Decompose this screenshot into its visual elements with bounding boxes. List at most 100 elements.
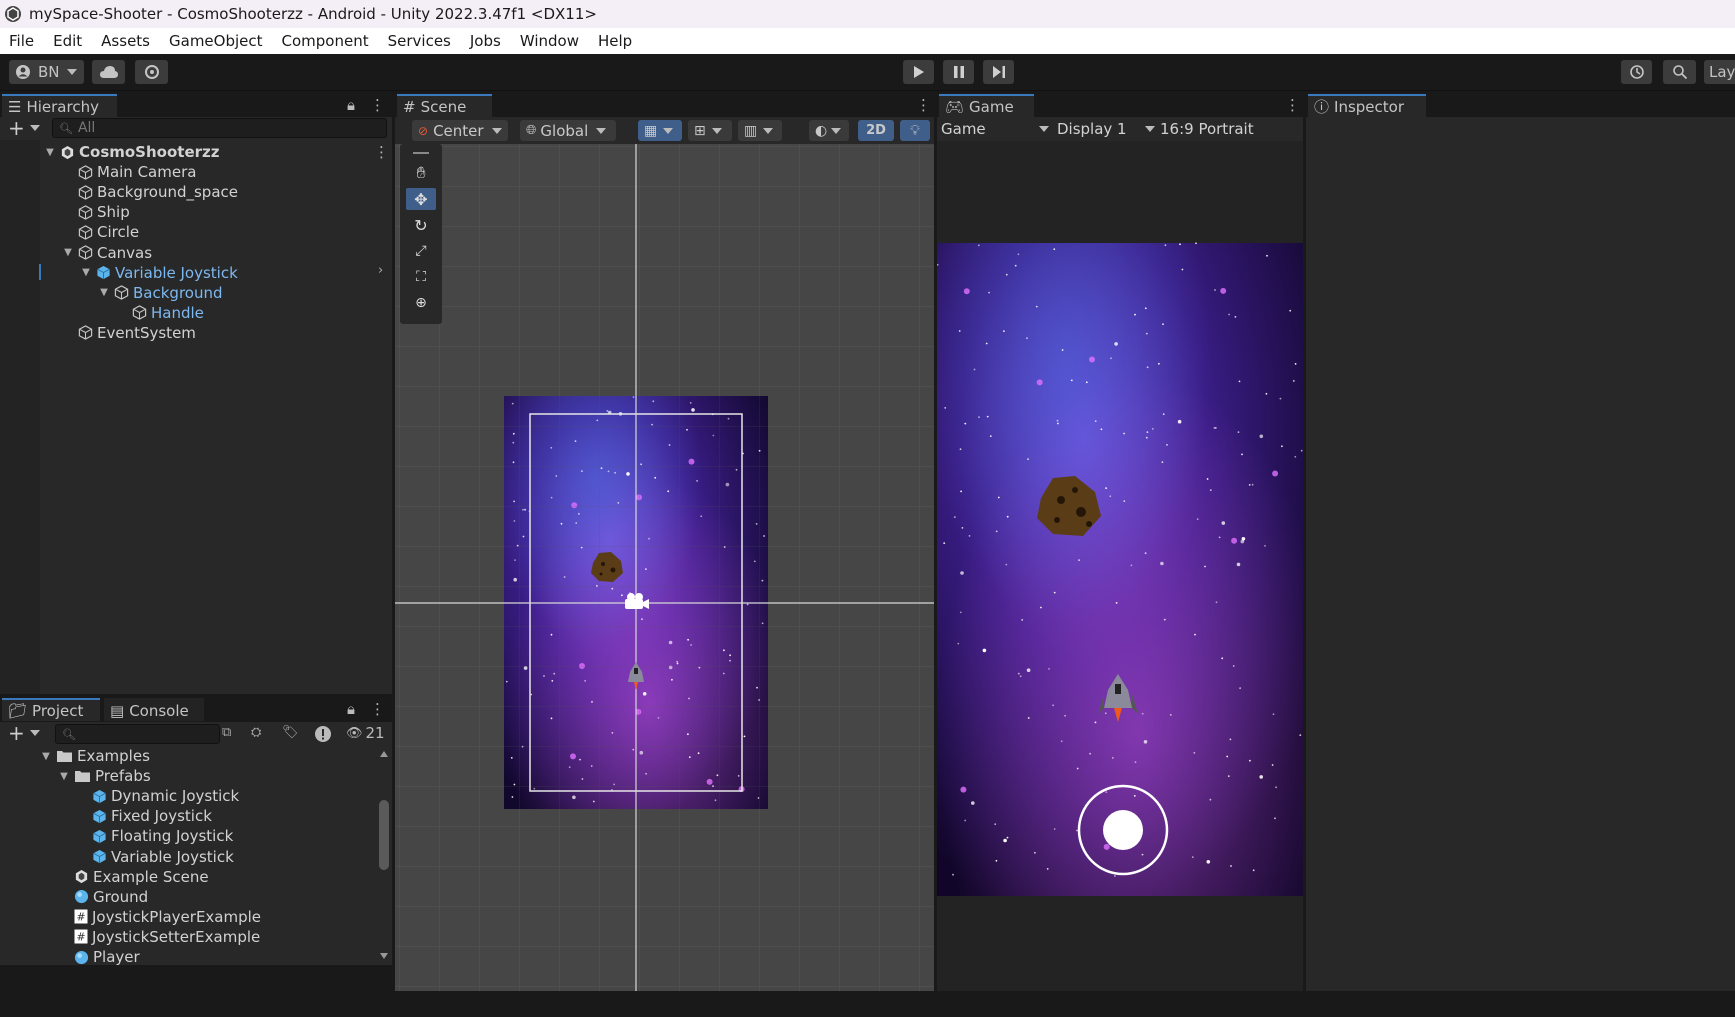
scrollbar-thumb[interactable] (379, 800, 389, 870)
transform-tool-button[interactable]: ⊕ (406, 292, 436, 314)
play-button[interactable] (903, 60, 934, 84)
more-options-icon[interactable]: ⋮ (916, 96, 931, 114)
scene-canvas[interactable] (395, 144, 934, 991)
scene-tool-palette: ✋︎ ✥ ↻ ⤢ ⛶ ⊕ (400, 144, 442, 324)
project-item[interactable]: ▼ Prefabs (0, 766, 375, 786)
tab-inspector[interactable]: ⓘ Inspector (1308, 94, 1426, 117)
search-by-label-icon[interactable]: ⛭ (251, 725, 269, 743)
rect-tool-button[interactable]: ⛶ (406, 266, 436, 288)
collab-button[interactable] (135, 60, 168, 84)
pivot-icon: ⊘ (418, 123, 429, 138)
project-item[interactable]: Variable Joystick (0, 847, 375, 867)
scroll-up-icon[interactable] (380, 751, 388, 757)
project-item[interactable]: Floating Joystick (0, 826, 375, 846)
pivot-center-dropdown[interactable]: ⊘ Center (412, 120, 508, 141)
game-viewport[interactable] (937, 141, 1303, 991)
hierarchy-item[interactable]: Main Camera (0, 162, 392, 182)
scroll-down-icon[interactable] (380, 953, 388, 959)
search-button[interactable] (1663, 60, 1696, 84)
project-item[interactable]: Ground (0, 887, 375, 907)
more-options-icon[interactable]: ⋮ (370, 96, 385, 114)
rotate-tool-button[interactable]: ↻ (406, 214, 436, 236)
tab-hierarchy[interactable]: ☰ Hierarchy (2, 94, 117, 117)
game-mode-dropdown[interactable]: Game (941, 120, 1049, 138)
aspect-label: 16:9 Portrait (1160, 120, 1254, 138)
project-item[interactable]: Fixed Joystick (0, 806, 375, 826)
search-by-type-icon[interactable]: ⧉ (222, 725, 240, 743)
menu-gameobject[interactable]: GameObject (169, 32, 263, 50)
menu-file[interactable]: File (9, 32, 34, 50)
hierarchy-item[interactable]: EventSystem (0, 323, 392, 343)
hierarchy-item[interactable]: ▼ Background (0, 283, 392, 303)
add-object-dropdown[interactable]: + (8, 116, 40, 140)
project-item[interactable]: Player (0, 947, 375, 967)
create-asset-dropdown[interactable]: + (8, 721, 40, 745)
hand-tool-button[interactable]: ✋︎ (406, 162, 436, 184)
more-options-icon[interactable]: ⋮ (370, 700, 385, 718)
chevron-down-icon (66, 69, 77, 75)
light-bulb-icon: 💡︎ (910, 122, 920, 139)
menu-help[interactable]: Help (598, 32, 632, 50)
layout-dropdown[interactable]: Lay (1704, 60, 1735, 84)
project-scrollbar[interactable] (377, 748, 391, 964)
project-item[interactable]: Dynamic Joystick (0, 786, 375, 806)
hierarchy-item[interactable]: ▼ Variable Joystick (0, 263, 392, 283)
shading-mode-button[interactable]: ◐ (809, 120, 849, 141)
menu-edit[interactable]: Edit (53, 32, 82, 50)
tag-icon[interactable]: 🏷︎ (282, 725, 300, 743)
global-space-dropdown[interactable]: 🌐︎ Global (520, 120, 616, 141)
snap-button[interactable]: ⊞ (688, 120, 732, 141)
hierarchy-item[interactable]: Handle (0, 303, 392, 323)
expand-arrow-icon[interactable]: ▼ (58, 770, 70, 782)
hierarchy-item[interactable]: Background_space (0, 182, 392, 202)
expand-arrow-icon[interactable]: ▼ (40, 750, 52, 762)
menu-jobs[interactable]: Jobs (470, 32, 501, 50)
hidden-packages-toggle[interactable]: 👁︎ 21 (346, 724, 385, 742)
tab-console[interactable]: ▤ Console (104, 698, 204, 721)
lock-icon[interactable]: 🔒︎ (347, 96, 355, 114)
menu-window[interactable]: Window (520, 32, 579, 50)
expand-arrow-icon[interactable]: ▼ (62, 247, 74, 259)
hierarchy-item[interactable]: ▼ CosmoShooterzz ⋮ (0, 142, 392, 162)
cloud-button[interactable] (92, 60, 125, 84)
menu-component[interactable]: Component (282, 32, 369, 50)
display-dropdown[interactable]: Display 1 (1057, 120, 1155, 138)
step-button[interactable] (983, 60, 1014, 84)
aspect-dropdown[interactable]: 16:9 Portrait (1160, 120, 1254, 138)
tab-scene[interactable]: # Scene (397, 94, 492, 117)
project-item[interactable]: ▼ Examples (0, 746, 375, 766)
menu-assets[interactable]: Assets (101, 32, 150, 50)
increment-snap-button[interactable]: ▥ (738, 120, 782, 141)
expand-arrow-icon[interactable]: ▼ (80, 267, 92, 279)
move-tool-button[interactable]: ✥ (406, 188, 436, 210)
lock-icon[interactable]: 🔒︎ (347, 700, 355, 718)
menu-services[interactable]: Services (388, 32, 451, 50)
more-options-icon[interactable]: ⋮ (374, 143, 389, 161)
more-options-icon[interactable]: ⋮ (1285, 96, 1300, 114)
scale-tool-button[interactable]: ⤢ (406, 240, 436, 262)
expand-arrow-icon[interactable]: ▼ (98, 287, 110, 299)
alert-icon[interactable] (314, 725, 332, 743)
hierarchy-item[interactable]: Ship (0, 202, 392, 222)
project-item[interactable]: Example Scene (0, 867, 375, 887)
project-item[interactable]: # JoystickSetterExample (0, 927, 375, 947)
joystick-handle[interactable] (1103, 810, 1143, 850)
hierarchy-item[interactable]: ▼ Canvas (0, 243, 392, 263)
2d-mode-toggle[interactable]: 2D (858, 120, 894, 141)
hierarchy-search-input[interactable]: 🔍︎ All (52, 118, 387, 138)
expand-arrow-icon[interactable]: ▼ (44, 146, 56, 158)
palette-drag-handle[interactable] (413, 152, 429, 154)
grid-toggle-button[interactable]: ▦ (638, 120, 682, 141)
hierarchy-item[interactable]: Circle (0, 222, 392, 242)
tab-project[interactable]: 📁︎ Project (2, 698, 100, 721)
unity-scene-icon (60, 145, 75, 160)
project-item[interactable]: # JoystickPlayerExample (0, 907, 375, 927)
tab-game[interactable]: 🎮︎ Game (939, 94, 1034, 117)
project-search-input[interactable]: 🔍︎ (55, 724, 220, 744)
history-button[interactable] (1621, 60, 1652, 84)
account-dropdown[interactable]: BN (9, 60, 84, 84)
pause-button[interactable] (943, 60, 974, 84)
lighting-toggle[interactable]: 💡︎ (900, 120, 930, 141)
